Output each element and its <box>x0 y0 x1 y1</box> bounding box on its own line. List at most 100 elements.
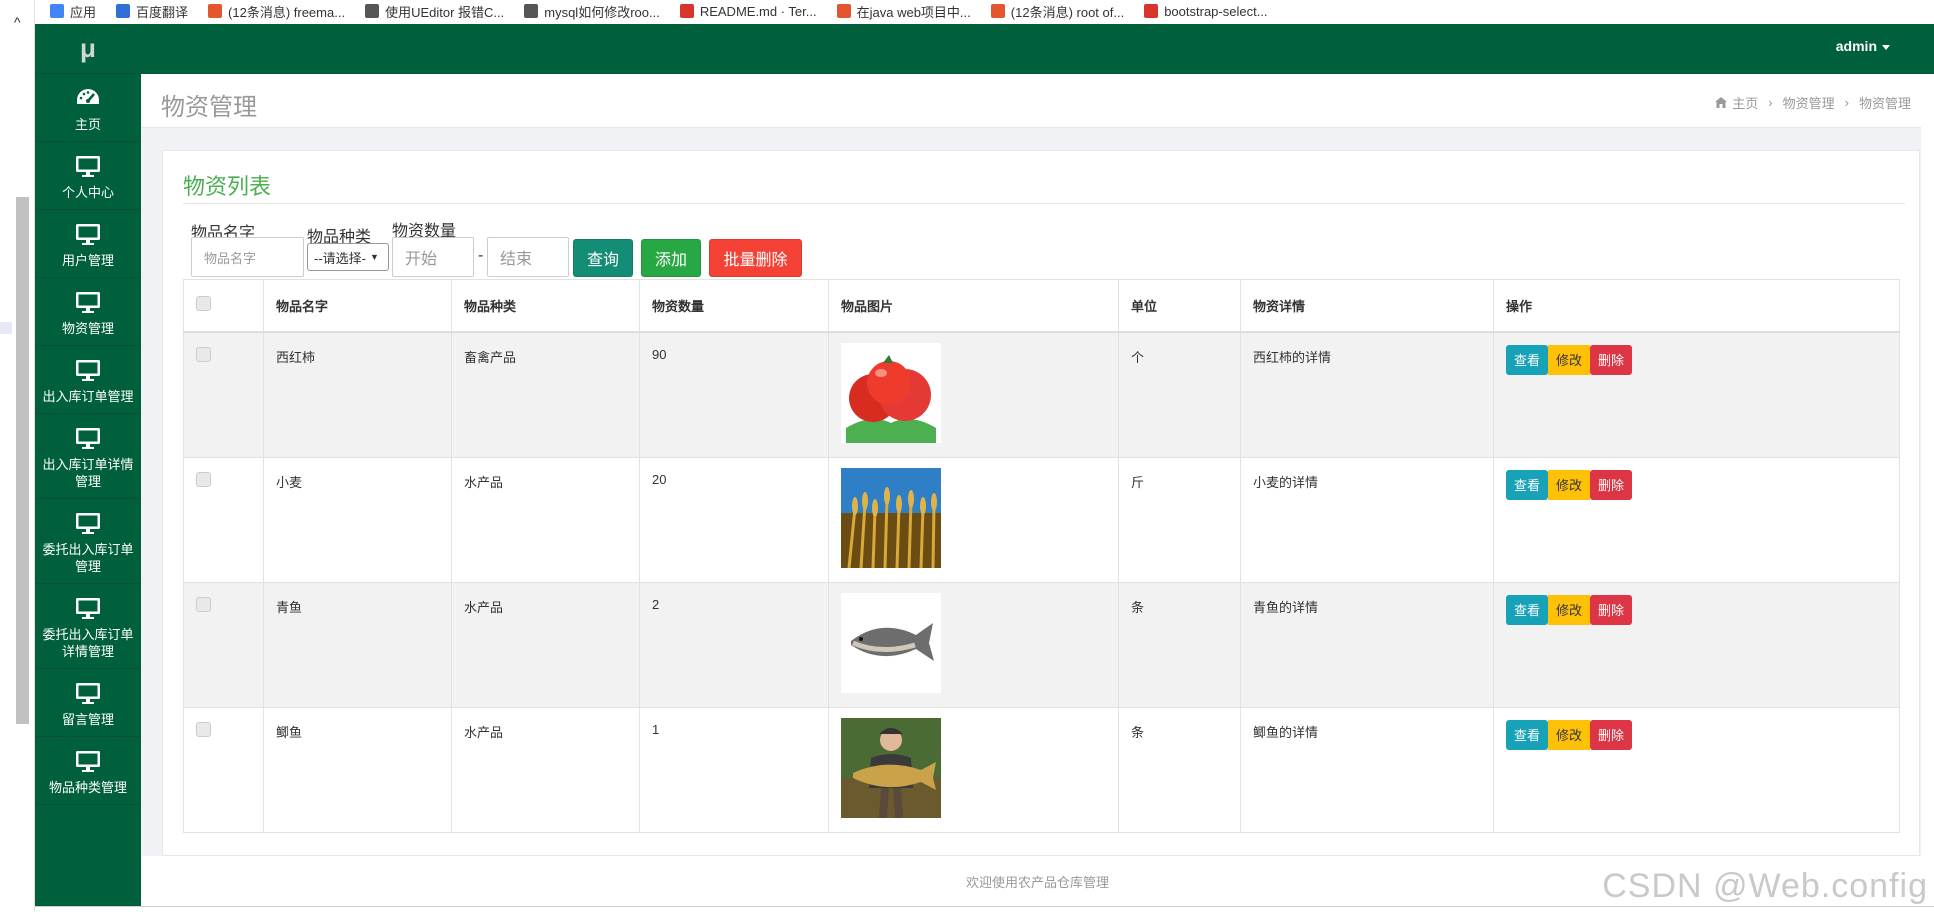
footer-text: 欢迎使用农产品仓库管理 <box>965 874 1109 890</box>
view-button[interactable]: 查看 <box>1506 469 1549 500</box>
sidebar-item[interactable]: 主页 <box>35 74 141 142</box>
sidebar-item[interactable]: 委托出入库订单详情管理 <box>35 584 141 669</box>
table-header-row: 物品名字 物品种类 物资数量 物品图片 单位 物资详情 操作 <box>183 279 1900 333</box>
row-checkbox[interactable] <box>196 721 211 737</box>
product-image <box>841 592 1106 693</box>
cell-detail: 西红柿的详情 <box>1240 331 1494 458</box>
page-header: 物资管理 主页 › 物资管理 › 物资管理 <box>141 74 1921 128</box>
delete-button[interactable]: 删除 <box>1590 594 1633 625</box>
cell-qty: 90 <box>639 331 829 458</box>
cell-image <box>828 706 1119 833</box>
qty-end-input[interactable]: 结束 <box>487 237 569 277</box>
name-filter-placeholder: 物品名字 <box>204 250 257 266</box>
row-select-cell <box>183 706 264 833</box>
name-filter-input[interactable]: 物品名字 <box>191 237 304 277</box>
edit-button[interactable]: 修改 <box>1548 469 1591 500</box>
bookmark-item[interactable]: mysql如何修改roo... <box>524 2 660 21</box>
bookmark-item[interactable]: bootstrap-select... <box>1144 3 1268 19</box>
sidebar-item-label: 用户管理 <box>61 253 114 268</box>
user-menu[interactable]: admin <box>1836 38 1890 54</box>
bookmark-item[interactable]: 百度翻译 <box>116 2 188 21</box>
bookmark-favicon-icon <box>679 4 694 18</box>
table-row: 小麦 水产品 20 斤小麦的详情 查看 修改 删除 <box>183 456 1900 583</box>
bookmark-item[interactable]: 在java web项目中... <box>836 2 971 21</box>
row-checkbox[interactable] <box>196 346 211 362</box>
bookmark-item[interactable]: 应用 <box>50 2 96 21</box>
bookmark-favicon-icon <box>524 4 539 18</box>
sidebar-item[interactable]: 物品种类管理 <box>35 737 141 805</box>
breadcrumb-separator-icon: › <box>1768 95 1773 110</box>
sidebar-item-label: 个人中心 <box>61 185 114 200</box>
monitor-icon <box>74 749 102 775</box>
type-filter-select[interactable]: --请选择- ▼ <box>307 243 389 271</box>
view-button[interactable]: 查看 <box>1506 719 1549 750</box>
sidebar-item[interactable]: 物资管理 <box>35 278 141 346</box>
product-image <box>841 342 1106 443</box>
add-button[interactable]: 添加 <box>641 239 701 277</box>
cell-name: 小麦 <box>263 456 452 583</box>
cell-qty: 2 <box>639 581 829 708</box>
qty-end-placeholder: 结束 <box>500 251 533 268</box>
qty-start-placeholder: 开始 <box>405 251 438 268</box>
cell-name: 西红柿 <box>263 331 452 458</box>
bookmark-label: bootstrap-select... <box>1164 3 1268 19</box>
cell-detail: 小麦的详情 <box>1240 456 1494 583</box>
delete-button[interactable]: 删除 <box>1590 469 1633 500</box>
delete-button[interactable]: 删除 <box>1590 344 1633 375</box>
sidebar-item[interactable]: 用户管理 <box>35 210 141 278</box>
delete-button[interactable]: 删除 <box>1590 719 1633 750</box>
goods-table: 物品名字 物品种类 物资数量 物品图片 单位 物资详情 操作 西红柿 畜禽产品 90… <box>183 279 1900 833</box>
row-checkbox[interactable] <box>196 596 211 612</box>
sidebar-item[interactable]: 出入库订单管理 <box>35 346 141 414</box>
monitor-icon <box>74 358 102 384</box>
batch-delete-button[interactable]: 批量删除 <box>709 239 802 277</box>
scrollbar-thumb[interactable] <box>16 197 29 724</box>
edit-button[interactable]: 修改 <box>1548 719 1591 750</box>
breadcrumb: 主页 › 物资管理 › 物资管理 <box>1715 93 1911 112</box>
sidebar-item[interactable]: 留言管理 <box>35 669 141 737</box>
scroll-up-icon[interactable]: ^ <box>14 14 21 30</box>
user-name: admin <box>1835 38 1877 54</box>
breadcrumb-item[interactable]: 物资管理 <box>1783 93 1835 112</box>
bookmark-item[interactable]: README.md · Ter... <box>679 4 817 19</box>
table-row: 西红柿 畜禽产品 90 个西红柿的详情 查看 修改 删除 <box>183 331 1900 458</box>
cell-actions: 查看 修改 删除 <box>1493 581 1900 708</box>
monitor-icon <box>74 290 102 316</box>
qty-range-dash: - <box>478 247 484 264</box>
home-icon <box>1715 97 1728 108</box>
view-button[interactable]: 查看 <box>1506 594 1549 625</box>
cell-type: 水产品 <box>451 456 640 583</box>
query-button[interactable]: 查询 <box>573 239 633 277</box>
sidebar-item[interactable]: 个人中心 <box>35 142 141 210</box>
breadcrumb-home[interactable]: 主页 <box>1732 93 1758 112</box>
cell-actions: 查看 修改 删除 <box>1493 331 1900 458</box>
monitor-icon <box>74 511 102 537</box>
column-header: 物品图片 <box>828 279 1119 333</box>
monitor-icon <box>74 426 102 452</box>
bookmark-label: 使用UEditor 报错C... <box>385 4 505 20</box>
bookmark-item[interactable]: (12条消息) freema... <box>208 2 345 21</box>
logo: μ <box>35 24 141 74</box>
bookmark-favicon-icon <box>208 4 223 18</box>
cell-image <box>828 331 1119 458</box>
sidebar-item-label: 物品种类管理 <box>48 780 127 795</box>
sidebar-item-label: 委托出入库订单详情管理 <box>42 627 134 659</box>
bookmark-item[interactable]: (12条消息) root of... <box>990 2 1124 21</box>
list-panel: 物资列表 物品名字 物品名字 物品种类 --请选择- ▼ 物资数量 开始 - 结束… <box>162 150 1920 856</box>
row-checkbox[interactable] <box>196 471 211 487</box>
cell-name: 鲫鱼 <box>263 706 452 833</box>
monitor-icon <box>74 222 102 248</box>
table-body: 西红柿 畜禽产品 90 个西红柿的详情 查看 修改 删除 小麦 水产品 20 斤小麦的详情 查看 修改删… <box>183 331 1900 833</box>
view-button[interactable]: 查看 <box>1506 344 1549 375</box>
sidebar-item[interactable]: 委托出入库订单管理 <box>35 499 141 584</box>
edit-button[interactable]: 修改 <box>1548 344 1591 375</box>
bookmark-label: (12条消息) freema... <box>228 4 346 20</box>
list-title: 物资列表 <box>183 174 272 199</box>
bookmark-item[interactable]: 使用UEditor 报错C... <box>365 2 504 21</box>
sidebar-item[interactable]: 出入库订单详情管理 <box>35 414 141 499</box>
edit-button[interactable]: 修改 <box>1548 594 1591 625</box>
column-header: 物资数量 <box>639 279 829 333</box>
select-all-checkbox[interactable] <box>196 296 211 312</box>
column-header: 物资详情 <box>1240 279 1494 333</box>
qty-start-input[interactable]: 开始 <box>392 237 474 277</box>
